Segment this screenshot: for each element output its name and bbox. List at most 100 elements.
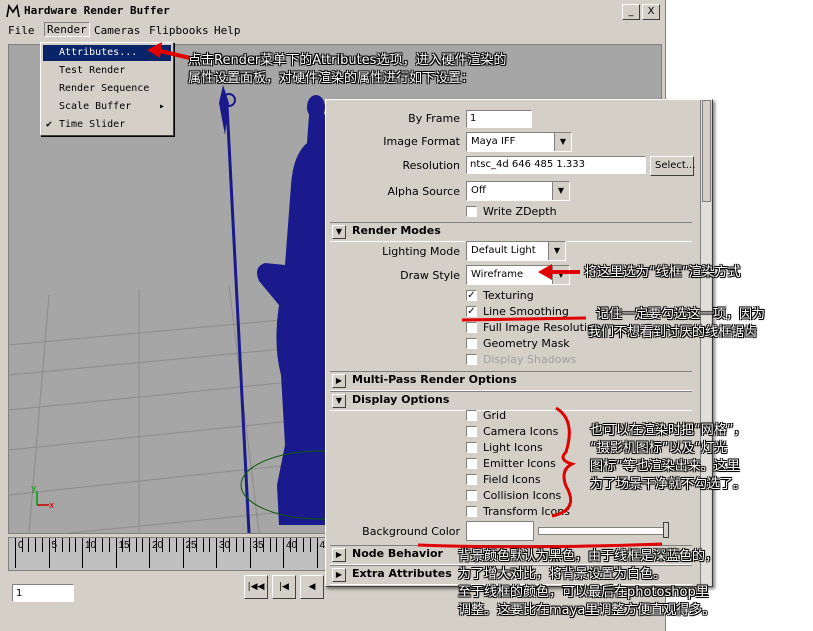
time-tick bbox=[149, 538, 150, 568]
menu-item-test-render[interactable]: Test Render bbox=[43, 63, 171, 79]
annotation-background-3: 至于线框的颜色，可以最后在photoshop里 bbox=[458, 585, 709, 600]
time-tick bbox=[75, 538, 77, 552]
section-display-options[interactable]: ▼ Display Options bbox=[330, 391, 692, 411]
time-tick bbox=[61, 538, 63, 552]
background-color-label: Background Color bbox=[362, 525, 460, 538]
time-tick bbox=[182, 538, 184, 568]
collapse-right-icon[interactable]: ▶ bbox=[332, 548, 346, 562]
checkbox-box[interactable] bbox=[466, 426, 477, 437]
time-tick bbox=[276, 538, 278, 552]
checkbox-box[interactable] bbox=[466, 442, 477, 453]
collapse-down-icon[interactable]: ▼ bbox=[332, 394, 346, 408]
time-tick bbox=[169, 538, 171, 552]
title-bar: Hardware Render Buffer _ X bbox=[2, 2, 662, 20]
annotation-line-smoothing-2: 我们不想看到讨厌的线框锯齿 bbox=[588, 325, 758, 340]
time-tick-label: 5 bbox=[51, 540, 58, 551]
menu-item-time-slider[interactable]: ✔ Time Slider bbox=[43, 117, 171, 133]
slider-handle[interactable] bbox=[663, 522, 669, 538]
render-menu-dropdown: Attributes... Test Render Render Sequenc… bbox=[40, 42, 174, 136]
annotation-top-line-1: 点击Render菜单下的Attributes选项，进入硬件渲染的 bbox=[188, 53, 507, 68]
by-frame-field[interactable]: 1 bbox=[466, 110, 532, 128]
time-tick-label: 30 bbox=[219, 540, 231, 551]
checkbox-box[interactable] bbox=[466, 490, 477, 501]
scrollbar-thumb[interactable] bbox=[702, 100, 711, 202]
menu-render[interactable]: Render bbox=[44, 22, 90, 37]
maya-app-icon bbox=[6, 4, 20, 18]
close-button[interactable]: X bbox=[642, 4, 660, 20]
checkbox-box[interactable] bbox=[466, 206, 477, 217]
time-tick bbox=[242, 538, 244, 552]
resolution-label: Resolution bbox=[402, 159, 460, 172]
checkbox-box[interactable] bbox=[466, 322, 477, 333]
resolution-field[interactable]: ntsc_4d 646 485 1.333 bbox=[466, 156, 646, 174]
checkbox-box[interactable] bbox=[466, 410, 477, 421]
menu-file[interactable]: File bbox=[8, 24, 35, 37]
collapse-right-icon[interactable]: ▶ bbox=[332, 374, 346, 388]
collapse-down-icon[interactable]: ▼ bbox=[332, 225, 346, 239]
time-tick bbox=[68, 538, 70, 552]
annotation-background-1: 背景颜色默认为黑色，由于线框是深蓝色的， bbox=[458, 549, 719, 564]
dropdown-arrow-icon: ▼ bbox=[552, 266, 569, 284]
alpha-source-label: Alpha Source bbox=[387, 185, 460, 198]
time-tick bbox=[236, 538, 238, 552]
go-to-start-button[interactable]: |◀◀ bbox=[244, 575, 268, 599]
time-tick bbox=[202, 538, 204, 552]
resolution-select-button[interactable]: Select... bbox=[650, 156, 695, 176]
play-backward-button[interactable]: ◀ bbox=[300, 575, 324, 599]
annotation-display-2: “摄影机图标”以及“灯光 bbox=[590, 441, 728, 456]
draw-style-label: Draw Style bbox=[400, 269, 460, 282]
annotation-draw-style: 将这里选为“线框”渲染方式 bbox=[584, 265, 741, 280]
time-tick-label: 20 bbox=[152, 540, 164, 551]
time-tick-label: 0 bbox=[18, 540, 24, 551]
dropdown-arrow-icon: ▼ bbox=[548, 242, 565, 260]
background-color-slider[interactable] bbox=[538, 527, 668, 535]
menu-flipbooks[interactable]: Flipbooks bbox=[149, 24, 209, 37]
menu-item-attributes[interactable]: Attributes... bbox=[43, 45, 171, 61]
checkbox-box[interactable] bbox=[466, 338, 477, 349]
alpha-source-select[interactable]: Off ▼ bbox=[466, 181, 570, 201]
time-tick bbox=[82, 538, 83, 568]
background-color-swatch[interactable] bbox=[466, 521, 534, 541]
time-tick bbox=[15, 538, 16, 568]
time-tick bbox=[283, 538, 284, 568]
menu-help[interactable]: Help bbox=[214, 24, 241, 37]
section-render-modes[interactable]: ▼ Render Modes bbox=[330, 222, 692, 242]
minimize-button[interactable]: _ bbox=[622, 4, 640, 20]
panel-scrollbar[interactable] bbox=[700, 100, 711, 586]
time-tick bbox=[209, 538, 211, 552]
lighting-mode-label: Lighting Mode bbox=[382, 245, 460, 258]
submenu-arrow-icon: ▸ bbox=[158, 101, 165, 112]
time-tick bbox=[216, 538, 217, 568]
time-tick-label: 25 bbox=[185, 540, 197, 551]
menu-item-render-sequence[interactable]: Render Sequence bbox=[43, 81, 171, 97]
menu-bar: File Render Cameras Flipbooks Help bbox=[2, 22, 662, 40]
time-tick bbox=[28, 538, 30, 552]
annotation-background-2: 为了增大对比，将背景设置为白色。 bbox=[458, 567, 667, 582]
axis-gizmo: y x bbox=[31, 484, 55, 511]
checkbox-box[interactable] bbox=[466, 506, 477, 517]
attribute-editor-panel: By Frame 1 Image Format Maya IFF ▼ Resolu… bbox=[325, 99, 713, 587]
checkbox-box[interactable]: ✓ bbox=[466, 290, 477, 301]
checkbox-box[interactable] bbox=[466, 474, 477, 485]
time-tick bbox=[115, 538, 117, 568]
time-tick bbox=[35, 538, 37, 552]
annotation-display-3: 图标”等也渲染出来。这里 bbox=[590, 459, 740, 474]
annotation-line-smoothing-1: 记住一定要勾选这一项，因为 bbox=[596, 307, 766, 322]
time-tick bbox=[303, 538, 305, 552]
dropdown-arrow-icon: ▼ bbox=[552, 182, 569, 200]
image-format-select[interactable]: Maya IFF ▼ bbox=[466, 132, 572, 152]
menu-item-scale-buffer[interactable]: Scale Buffer ▸ bbox=[43, 99, 171, 115]
lighting-mode-select[interactable]: Default Light ▼ bbox=[466, 241, 566, 261]
current-frame-field[interactable]: 1 bbox=[12, 584, 74, 602]
section-multi-pass[interactable]: ▶ Multi-Pass Render Options bbox=[330, 371, 692, 391]
time-slider[interactable]: 051015202530354045 bbox=[8, 537, 331, 571]
time-tick bbox=[249, 538, 251, 568]
checkbox-box[interactable]: ✓ bbox=[466, 306, 477, 317]
step-back-key-button[interactable]: |◀ bbox=[272, 575, 296, 599]
collapse-right-icon[interactable]: ▶ bbox=[332, 568, 346, 582]
checkbox-box[interactable] bbox=[466, 458, 477, 469]
draw-style-select[interactable]: Wireframe ▼ bbox=[466, 265, 570, 285]
time-tick-label: 40 bbox=[286, 540, 298, 551]
menu-cameras[interactable]: Cameras bbox=[94, 24, 140, 37]
spear bbox=[219, 85, 251, 533]
